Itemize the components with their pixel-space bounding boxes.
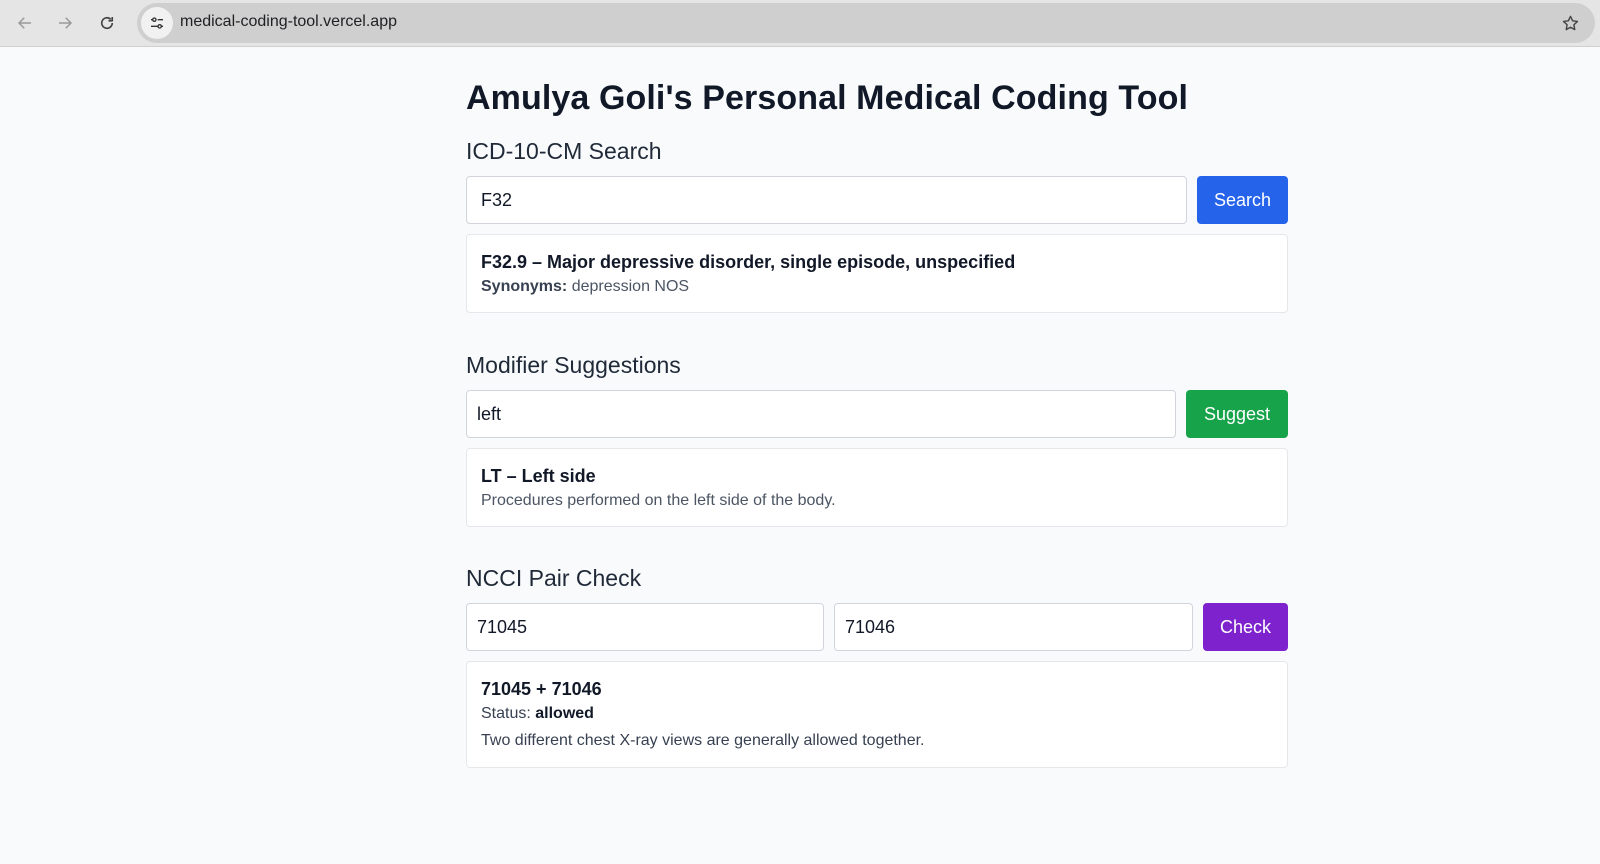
reload-button[interactable] — [92, 8, 122, 38]
page-title: Amulya Goli's Personal Medical Coding To… — [466, 79, 1188, 117]
icd-search-heading: ICD-10-CM Search — [466, 138, 662, 164]
main-content: Amulya Goli's Personal Medical Coding To… — [466, 70, 1288, 768]
star-icon — [1562, 15, 1578, 30]
ncci-result-title: 71045 + 71046 — [481, 679, 602, 699]
icd-search-input[interactable] — [466, 176, 1187, 224]
icd-result-card: F32.9 – Major depressive disorder, singl… — [466, 234, 1288, 313]
ncci-result-card: 71045 + 71046 Status: allowed Two differ… — [466, 661, 1288, 768]
synonyms-value: depression NOS — [571, 278, 690, 295]
ncci-code2-input[interactable] — [834, 603, 1193, 651]
modifier-input[interactable] — [466, 390, 1176, 438]
ncci-row: Check — [466, 603, 1288, 651]
back-button[interactable] — [10, 8, 40, 38]
arrow-left-icon — [17, 17, 31, 29]
status-value: allowed — [535, 705, 594, 722]
bookmark-button[interactable] — [1559, 12, 1581, 34]
synonyms-label: Synonyms: — [481, 278, 568, 295]
arrow-right-icon — [59, 17, 73, 29]
icd-search-row: Search — [466, 176, 1288, 224]
address-bar[interactable]: medical-coding-tool.vercel.app — [137, 3, 1595, 43]
site-info-button[interactable] — [141, 7, 173, 39]
check-button[interactable]: Check — [1203, 603, 1288, 651]
suggest-button[interactable]: Suggest — [1186, 390, 1288, 438]
icd-result-synonyms: Synonyms: depression NOS — [481, 275, 1273, 299]
ncci-code1-input[interactable] — [466, 603, 824, 651]
browser-toolbar: medical-coding-tool.vercel.app — [0, 0, 1600, 47]
modifier-result-title: LT – Left side — [481, 466, 596, 486]
status-label: Status: — [481, 705, 531, 722]
icd-result-title: F32.9 – Major depressive disorder, singl… — [481, 252, 1016, 272]
reload-icon — [100, 16, 114, 30]
forward-button[interactable] — [50, 8, 80, 38]
modifier-row: Suggest — [466, 390, 1288, 438]
modifier-result-card: LT – Left side Procedures performed on t… — [466, 448, 1288, 527]
url-text[interactable]: medical-coding-tool.vercel.app — [180, 13, 397, 31]
modifier-result-description: Procedures performed on the left side of… — [481, 492, 836, 509]
ncci-result-status: Status: allowed — [481, 702, 1273, 726]
tune-icon — [151, 17, 163, 29]
ncci-heading: NCCI Pair Check — [466, 565, 642, 591]
modifier-heading: Modifier Suggestions — [466, 352, 681, 378]
search-button[interactable]: Search — [1197, 176, 1288, 224]
ncci-result-description: Two different chest X-ray views are gene… — [481, 732, 925, 749]
